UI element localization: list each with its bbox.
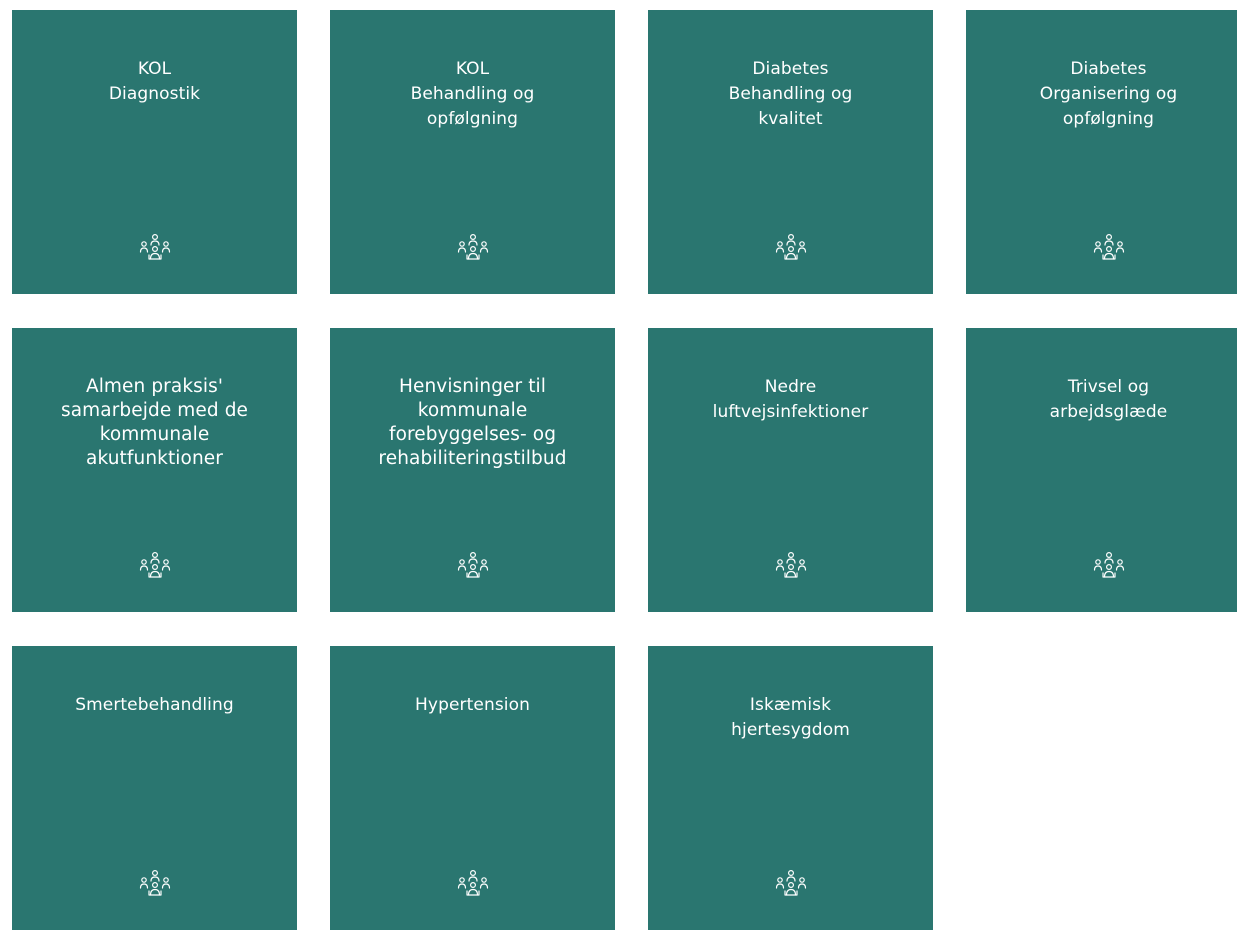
tile-label: Diabetes Organisering og opfølgning xyxy=(1039,59,1178,129)
tile-label: Almen praksis' samarbejde med de kommuna… xyxy=(60,376,249,469)
people-group-icon xyxy=(456,869,490,899)
people-group-icon xyxy=(138,233,172,263)
people-group-icon xyxy=(774,869,808,899)
tile-label: Iskæmisk hjertesygdom xyxy=(731,695,850,740)
tile-diabetes-behandling[interactable]: Diabetes Behandling og kvalitet xyxy=(648,10,933,294)
tile-label: Smertebehandling xyxy=(75,695,234,715)
people-group-icon xyxy=(1092,551,1126,581)
tile-smertebehandling[interactable]: Smertebehandling xyxy=(12,646,297,930)
people-group-icon xyxy=(1092,233,1126,263)
tile-almen-praksis[interactable]: Almen praksis' samarbejde med de kommuna… xyxy=(12,328,297,612)
tile-label: Henvisninger til kommunale forebyggelses… xyxy=(378,376,567,469)
tile-hypertension[interactable]: Hypertension xyxy=(330,646,615,930)
people-group-icon xyxy=(456,233,490,263)
tile-diabetes-organisering[interactable]: Diabetes Organisering og opfølgning xyxy=(966,10,1237,294)
tile-label: Hypertension xyxy=(415,695,530,715)
tile-label: Diabetes Behandling og kvalitet xyxy=(728,59,853,129)
tile-trivsel[interactable]: Trivsel og arbejdsglæde xyxy=(966,328,1237,612)
people-group-icon xyxy=(138,869,172,899)
tile-kol-behandling[interactable]: KOL Behandling og opfølgning xyxy=(330,10,615,294)
people-group-icon xyxy=(456,551,490,581)
tile-label: KOL Behandling og opfølgning xyxy=(410,59,535,129)
tile-nedre-luftvejsinfektioner[interactable]: Nedre luftvejsinfektioner xyxy=(648,328,933,612)
people-group-icon xyxy=(138,551,172,581)
tile-iskaemisk-hjertesygdom[interactable]: Iskæmisk hjertesygdom xyxy=(648,646,933,930)
tile-label: Nedre luftvejsinfektioner xyxy=(712,377,869,422)
tile-label: Trivsel og arbejdsglæde xyxy=(1049,377,1168,422)
tile-grid: KOL Diagnostik KOL Behandling og opfølgn… xyxy=(12,10,1237,930)
tile-label: KOL Diagnostik xyxy=(108,59,201,104)
people-group-icon xyxy=(774,233,808,263)
people-group-icon xyxy=(774,551,808,581)
tile-kol-diagnostik[interactable]: KOL Diagnostik xyxy=(12,10,297,294)
tile-henvisninger[interactable]: Henvisninger til kommunale forebyggelses… xyxy=(330,328,615,612)
